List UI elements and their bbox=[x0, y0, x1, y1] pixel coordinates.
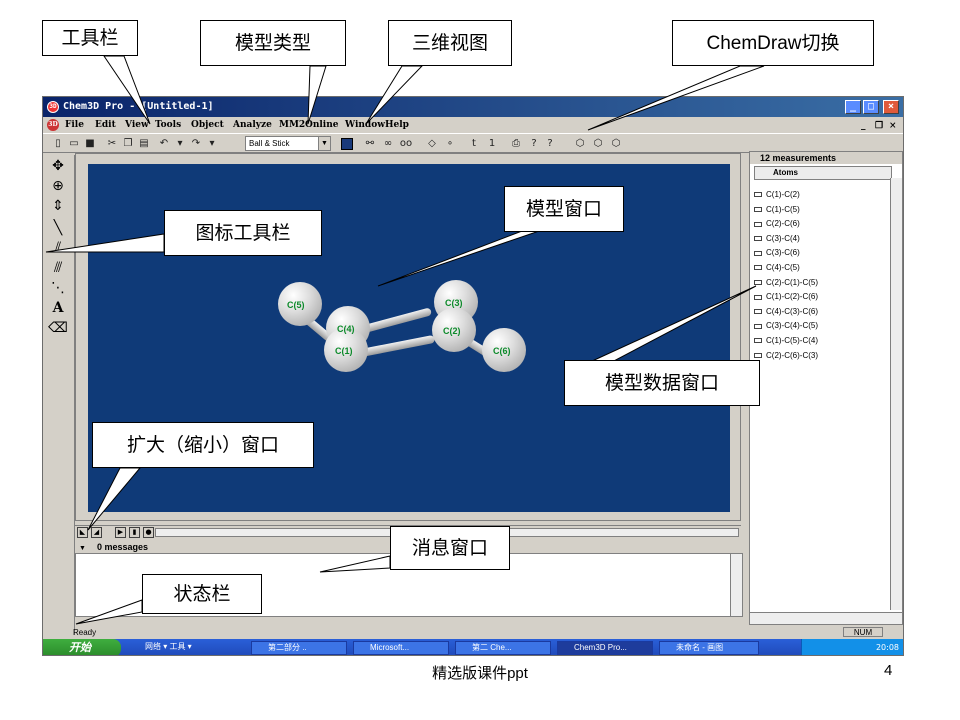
leader-zoom-window bbox=[87, 467, 142, 531]
callout-status-bar: 状态栏 bbox=[142, 574, 262, 614]
leader-icon-toolbar bbox=[45, 233, 165, 253]
callout-model-data-window: 模型数据窗口 bbox=[564, 360, 760, 406]
leader-toolbar bbox=[103, 55, 151, 125]
leader-message-window bbox=[319, 555, 391, 573]
callout-model-type: 模型类型 bbox=[200, 20, 346, 66]
leader-chemdraw bbox=[587, 65, 765, 131]
leader-model-type bbox=[307, 65, 327, 125]
callout-chemdraw-switch: ChemDraw切换 bbox=[672, 20, 874, 66]
callout-message-window: 消息窗口 bbox=[390, 526, 510, 570]
leader-data-window bbox=[589, 285, 757, 363]
callout-toolbar: 工具栏 bbox=[42, 20, 138, 56]
leader-model-window bbox=[377, 227, 549, 287]
callout-view-3d: 三维视图 bbox=[388, 20, 512, 66]
callout-icon-toolbar: 图标工具栏 bbox=[164, 210, 322, 256]
leader-status-bar bbox=[75, 599, 143, 625]
callout-model-window: 模型窗口 bbox=[504, 186, 624, 232]
callout-zoom-window: 扩大（缩小）窗口 bbox=[92, 422, 314, 468]
leader-view-3d bbox=[365, 65, 424, 125]
